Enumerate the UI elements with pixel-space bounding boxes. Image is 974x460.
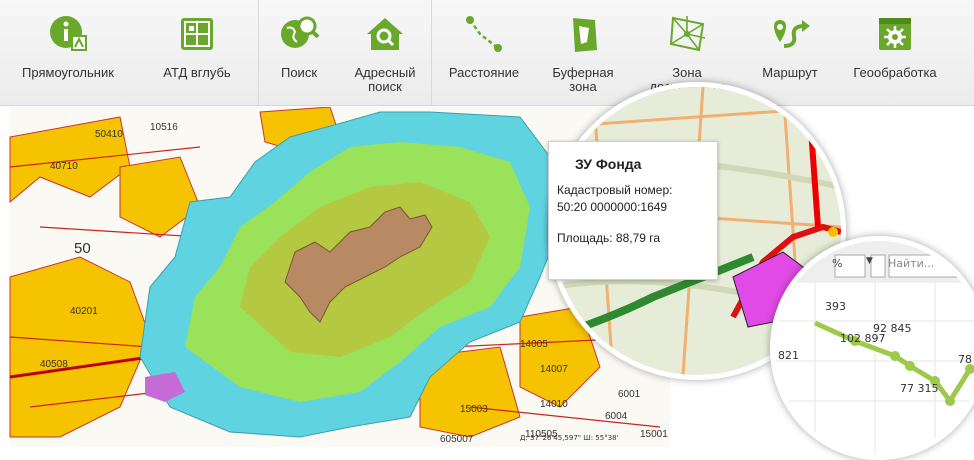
percent-select[interactable]: % <box>832 257 842 270</box>
map-label: 15003 <box>460 404 488 415</box>
rectangle-button[interactable]: Прямоугольник <box>0 0 136 105</box>
coordinate-readout: Д: 37°26'45,597" Ш: 55°38' <box>520 434 619 442</box>
map-grid-icon <box>175 12 219 56</box>
map-label: 14010 <box>540 399 568 410</box>
accessibility-zone-icon <box>665 12 709 56</box>
map-label: 14007 <box>540 364 568 375</box>
atd-deep-label: АТД вглубь <box>163 65 231 80</box>
toolbar: Прямоугольник АТД вглубь Поиск Адресный … <box>0 0 974 106</box>
geoprocessing-icon <box>873 12 917 56</box>
toolbar-group-select: Прямоугольник АТД вглубь <box>0 0 259 105</box>
map-label: 50 <box>74 240 91 257</box>
map-label: 50410 <box>95 129 123 140</box>
distance-icon <box>462 12 506 56</box>
search-button[interactable]: Поиск <box>259 0 339 105</box>
map-label: 605007 <box>440 434 474 445</box>
rectangle-label: Прямоугольник <box>22 65 114 80</box>
map-label: 40508 <box>40 359 68 370</box>
route-button[interactable]: Маршрут <box>744 0 836 105</box>
chart-value: 77 315 <box>900 382 939 395</box>
parcel-area: Площадь: 88,79 га <box>557 231 661 245</box>
parcel-info-popup: ЗУ Фонда Кадастровый номер: 50:20 000000… <box>548 141 718 280</box>
map-label: 6004 <box>605 411 628 422</box>
info-flag-icon <box>46 12 90 56</box>
map-label: 10516 <box>150 122 178 133</box>
atd-deep-button[interactable]: АТД вглубь <box>136 0 258 105</box>
map-label: 15001 <box>640 429 668 440</box>
chart-value: 821 <box>778 349 799 362</box>
map-label: 14005 <box>520 339 548 350</box>
buffer-zone-label: Буферная зона <box>552 65 614 94</box>
chart-value: 102 897 <box>840 332 886 345</box>
route-label: Маршрут <box>762 65 818 80</box>
chart-value: 393 <box>825 300 846 313</box>
buffer-zone-button[interactable]: Буферная зона <box>536 0 630 105</box>
geoprocessing-button[interactable]: Геообработка <box>836 0 954 105</box>
geoprocessing-label: Геообработка <box>853 65 937 80</box>
map-label: 6001 <box>618 389 641 400</box>
select-dropdown-icon[interactable]: ▼ <box>866 256 873 266</box>
address-search-label: Адресный поиск <box>354 65 416 94</box>
toolbar-group-search: Поиск Адресный поиск <box>259 0 432 105</box>
map-label: 40201 <box>70 306 98 317</box>
distance-button[interactable]: Расстояние <box>432 0 536 105</box>
chart-lens <box>770 236 974 460</box>
house-search-icon <box>363 12 407 56</box>
cadastral-label: Кадастровый номер: <box>557 183 673 197</box>
map-label: 40710 <box>50 161 78 172</box>
search-label: Поиск <box>280 65 318 80</box>
cadastral-value: 50:20 0000000:1649 <box>557 200 668 214</box>
distance-label: Расстояние <box>448 65 520 80</box>
route-icon <box>768 12 812 56</box>
globe-search-icon <box>277 12 321 56</box>
popup-title: ЗУ Фонда <box>575 156 642 172</box>
chart-value: 78 <box>958 353 972 366</box>
buffer-zone-icon <box>561 12 605 56</box>
find-input[interactable]: Найти... <box>888 257 934 270</box>
address-search-button[interactable]: Адресный поиск <box>339 0 431 105</box>
